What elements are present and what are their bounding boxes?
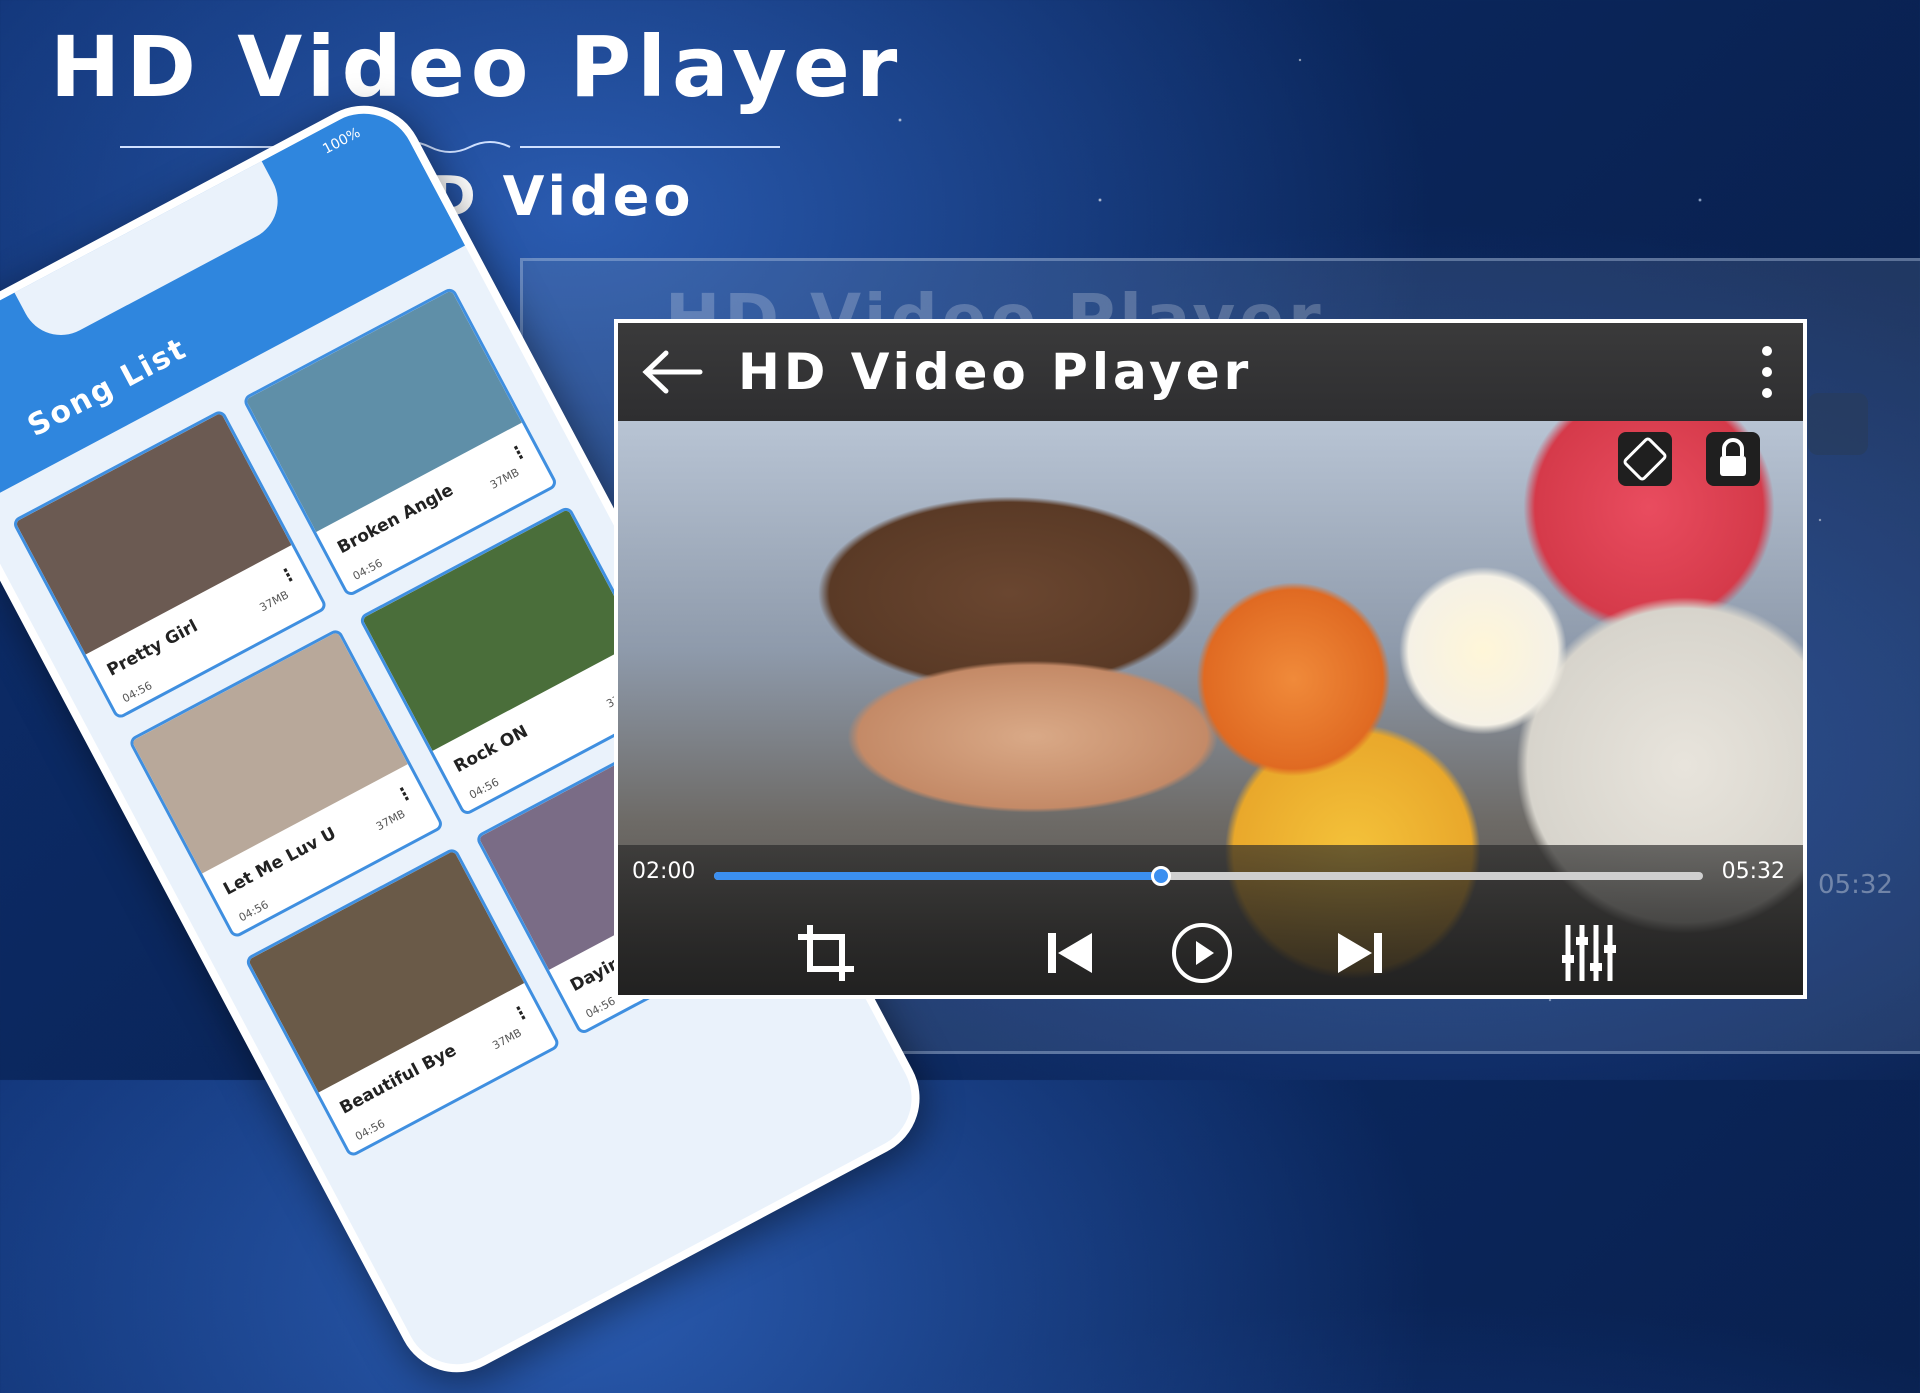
arrow-left-icon[interactable] [640,347,704,397]
song-duration: 04:56 [353,1116,388,1144]
player-title: HD Video Player [738,343,1253,401]
phone-notch [11,155,292,350]
skip-next-icon[interactable] [1328,921,1392,985]
seek-bar[interactable] [714,866,1703,886]
background-total-time: 05:32 [1818,870,1893,900]
background-lock-icon [1808,393,1868,455]
lock-icon[interactable] [1706,432,1760,486]
song-size: 37MB [373,807,408,834]
equalizer-icon[interactable] [1558,921,1622,985]
ornament-divider [120,141,780,153]
crop-icon[interactable] [794,921,858,985]
battery-indicator: 100% [320,124,364,158]
total-time: 05:32 [1721,859,1785,884]
seek-bar-progress [714,872,1163,880]
song-duration: 04:56 [120,679,155,706]
song-size: 37MB [487,465,522,492]
song-menu-icon[interactable]: ⋮ [392,781,418,808]
hero-title: HD Video Player [50,18,904,116]
song-duration: 04:56 [236,897,271,925]
current-time: 02:00 [632,859,696,884]
video-player: HD Video Player 02:00 05:32 [614,319,1807,999]
more-vertical-icon[interactable] [1761,345,1773,399]
skip-previous-icon[interactable] [1038,921,1102,985]
song-menu-icon[interactable]: ⋮ [506,440,532,467]
playback-controls: 02:00 05:32 [618,845,1803,995]
song-menu-icon[interactable]: ⋮ [508,1000,534,1027]
song-size: 37MB [257,588,291,615]
play-circle-icon[interactable] [1170,921,1234,985]
screen-rotation-icon[interactable] [1618,432,1672,486]
player-toolbar: HD Video Player [618,323,1803,421]
song-duration: 04:56 [467,775,502,802]
song-duration: 04:56 [583,994,618,1021]
song-list-title: Song List [21,330,193,445]
song-menu-icon[interactable]: ⋮ [275,562,301,589]
song-size: 37MB [490,1026,524,1053]
song-duration: 04:56 [350,556,385,583]
seek-bar-thumb[interactable] [1151,866,1171,886]
